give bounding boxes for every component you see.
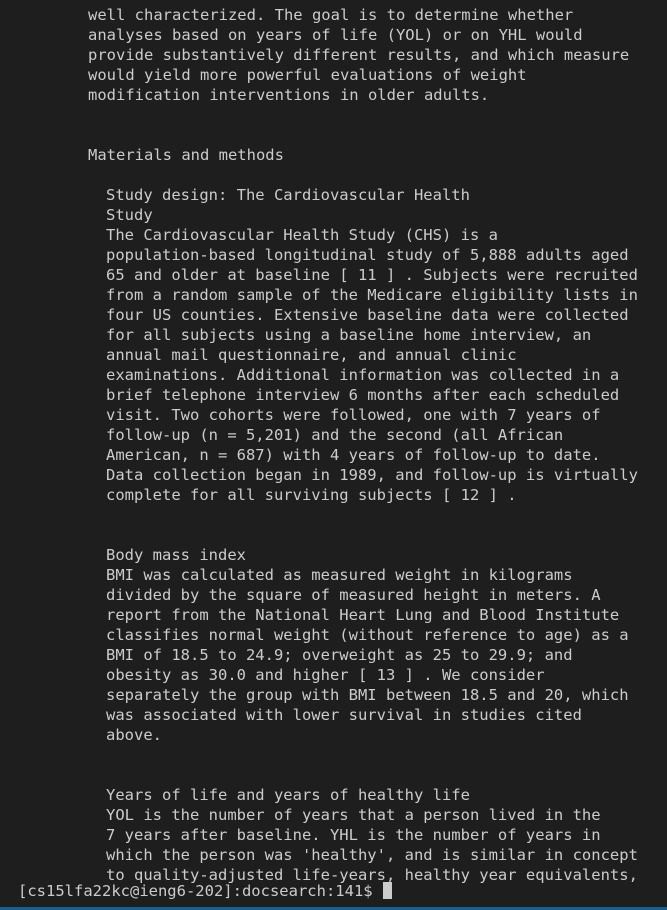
output-line: well characterized. The goal is to deter… [88, 6, 574, 24]
subsection-heading: Years of life and years of healthy life [106, 786, 470, 804]
terminal-output: well characterized. The goal is to deter… [0, 5, 667, 885]
output-line: classifies normal weight (without refere… [106, 626, 629, 644]
output-line: BMI was calculated as measured weight in… [106, 566, 573, 584]
output-line: divided by the square of measured height… [106, 586, 601, 604]
output-line: population-based longitudinal study of 5… [106, 246, 629, 264]
section-heading: Materials and methods [88, 146, 284, 164]
output-line: report from the National Heart Lung and … [106, 606, 620, 624]
output-line: was associated with lower survival in st… [106, 706, 582, 724]
output-line: The Cardiovascular Health Study (CHS) is… [106, 226, 498, 244]
output-line: provide substantively different results,… [88, 46, 630, 64]
output-line: 65 and older at baseline [ 11 ] . Subjec… [106, 266, 638, 284]
subsection-heading: Study [106, 206, 153, 224]
output-line: analyses based on years of life (YOL) or… [88, 26, 583, 44]
output-line: examinations. Additional information was… [106, 366, 620, 384]
output-line: from a random sample of the Medicare eli… [106, 286, 638, 304]
output-line: modification interventions in older adul… [88, 86, 490, 104]
output-line: for all subjects using a baseline home i… [106, 326, 592, 344]
output-line: 7 years after baseline. YHL is the numbe… [106, 826, 601, 844]
subsection-heading: Body mass index [106, 546, 246, 564]
output-line: brief telephone interview 6 months after… [106, 386, 620, 404]
output-line: BMI of 18.5 to 24.9; overweight as 25 to… [106, 646, 573, 664]
output-line: separately the group with BMI between 18… [106, 686, 629, 704]
output-line: would yield more powerful evaluations of… [88, 66, 527, 84]
output-line: four US counties. Extensive baseline dat… [106, 306, 629, 324]
output-line: above. [106, 726, 162, 744]
output-line: follow-up (n = 5,201) and the second (al… [106, 426, 564, 444]
output-line: Data collection began in 1989, and follo… [106, 466, 638, 484]
output-line: American, n = 687) with 4 years of follo… [106, 446, 601, 464]
output-line: annual mail questionnaire, and annual cl… [106, 346, 517, 364]
output-line: YOL is the number of years that a person… [106, 806, 601, 824]
command-prompt[interactable]: [cs15lfa22kc@ieng6-202]:docsearch:141$ [18, 881, 392, 901]
text-cursor [382, 882, 392, 899]
terminal-window[interactable]: well characterized. The goal is to deter… [0, 0, 667, 910]
prompt-text: [cs15lfa22kc@ieng6-202]:docsearch:141$ [18, 882, 382, 900]
subsection-heading: Study design: The Cardiovascular Health [106, 186, 470, 204]
output-line: visit. Two cohorts were followed, one wi… [106, 406, 601, 424]
output-line: complete for all surviving subjects [ 12… [106, 486, 517, 504]
output-line: which the person was 'healthy', and is s… [106, 846, 638, 864]
output-line: obesity as 30.0 and higher [ 13 ] . We c… [106, 666, 545, 684]
